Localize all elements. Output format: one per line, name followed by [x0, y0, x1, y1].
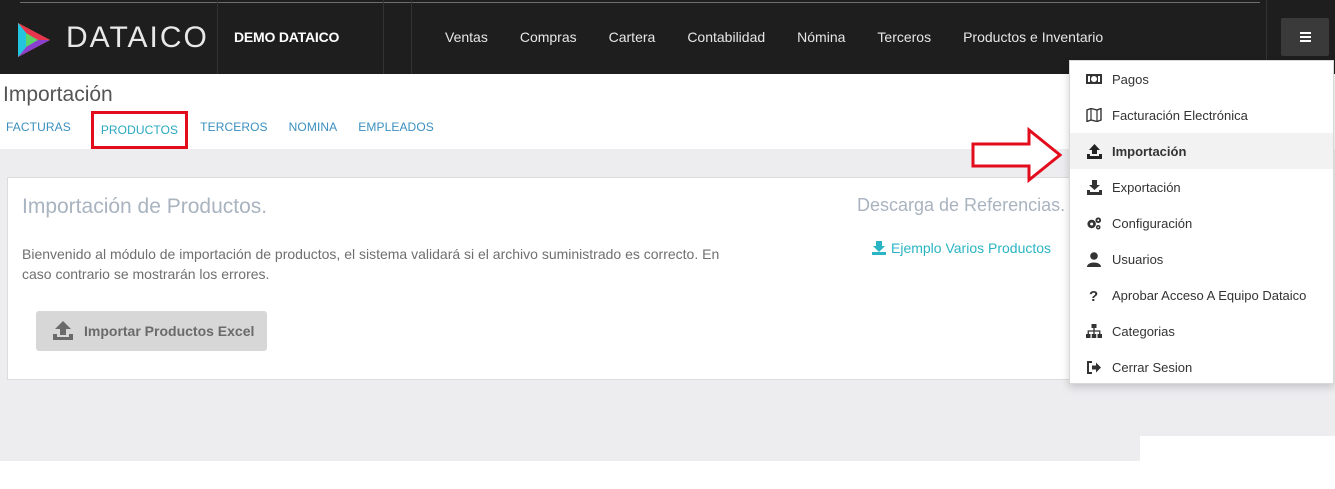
company-name[interactable]: DEMO DATAICO — [218, 0, 384, 74]
menu-item-usuarios[interactable]: Usuarios — [1070, 241, 1333, 277]
menu-item-label: Categorias — [1112, 323, 1175, 339]
menu-toggle-button[interactable] — [1281, 18, 1329, 56]
download-icon — [872, 241, 886, 255]
brand[interactable]: DATAICO — [0, 0, 218, 74]
references-title: Descarga de Referencias. — [857, 195, 1066, 215]
nav-item-productos-inventario[interactable]: Productos e Inventario — [947, 29, 1119, 45]
dataico-logo-icon — [18, 23, 50, 57]
download-icon — [1086, 179, 1102, 195]
settings-dropdown-menu: Pagos Facturación Electrónica Importació… — [1069, 60, 1334, 384]
svg-text:?: ? — [1089, 288, 1098, 303]
nav-item-cartera[interactable]: Cartera — [593, 29, 672, 45]
red-arrow-annotation — [971, 127, 1063, 183]
nav-item-terceros[interactable]: Terceros — [861, 29, 947, 45]
nav-item-nomina[interactable]: Nómina — [781, 29, 861, 45]
import-card: Importación de Productos. Bienvenido al … — [7, 177, 1093, 380]
nav-item-ventas[interactable]: Ventas — [429, 29, 504, 45]
tab-productos[interactable]: PRODUCTOS — [90, 111, 189, 149]
nav-item-compras[interactable]: Compras — [504, 29, 593, 45]
upload-icon — [1086, 143, 1102, 159]
menu-item-label: Importación — [1112, 143, 1187, 159]
sitemap-icon — [1086, 323, 1102, 339]
gears-icon — [1086, 215, 1102, 231]
menu-item-label: Cerrar Sesion — [1112, 359, 1193, 375]
example-link-label: Ejemplo Varios Productos — [891, 240, 1052, 256]
menu-item-importacion[interactable]: Importación — [1070, 133, 1333, 169]
map-icon — [1086, 107, 1102, 123]
question-icon: ? — [1086, 287, 1102, 303]
menu-item-facturacion-electronica[interactable]: Facturación Electrónica — [1070, 97, 1333, 133]
card-description: Bienvenido al módulo de importación de p… — [22, 246, 720, 282]
page-title: Importación — [3, 83, 113, 106]
menu-item-pagos[interactable]: Pagos — [1070, 61, 1333, 97]
import-button-label: Importar Productos Excel — [84, 323, 255, 339]
menu-item-label: Usuarios — [1112, 251, 1164, 267]
menu-item-configuracion[interactable]: Configuración — [1070, 205, 1333, 241]
divider — [411, 0, 412, 74]
background-patch — [1140, 436, 1335, 461]
menu-item-label: Exportación — [1112, 179, 1181, 195]
upload-icon — [53, 321, 73, 340]
menu-item-aprobar-acceso[interactable]: ? Aprobar Acceso A Equipo Dataico — [1070, 277, 1333, 313]
brand-name: DATAICO — [66, 21, 209, 54]
menu-item-cerrar-sesion[interactable]: Cerrar Sesion — [1070, 349, 1333, 385]
menu-item-label: Aprobar Acceso A Equipo Dataico — [1112, 287, 1307, 303]
menu-item-label: Facturación Electrónica — [1112, 107, 1248, 123]
main-nav: Ventas Compras Cartera Contabilidad Nómi… — [429, 0, 1119, 74]
menu-item-exportacion[interactable]: Exportación — [1070, 169, 1333, 205]
card-title: Importación de Productos. — [22, 195, 268, 218]
example-products-download-link[interactable]: Ejemplo Varios Productos — [872, 240, 1051, 256]
money-icon — [1086, 71, 1102, 87]
import-products-excel-button[interactable]: Importar Productos Excel — [36, 311, 267, 351]
user-icon — [1086, 251, 1102, 267]
nav-item-contabilidad[interactable]: Contabilidad — [671, 29, 781, 45]
menu-item-label: Configuración — [1112, 215, 1193, 231]
sign-out-icon — [1086, 359, 1102, 375]
hamburger-icon — [1299, 32, 1311, 42]
menu-item-categorias[interactable]: Categorias — [1070, 313, 1333, 349]
menu-item-label: Pagos — [1112, 71, 1149, 87]
